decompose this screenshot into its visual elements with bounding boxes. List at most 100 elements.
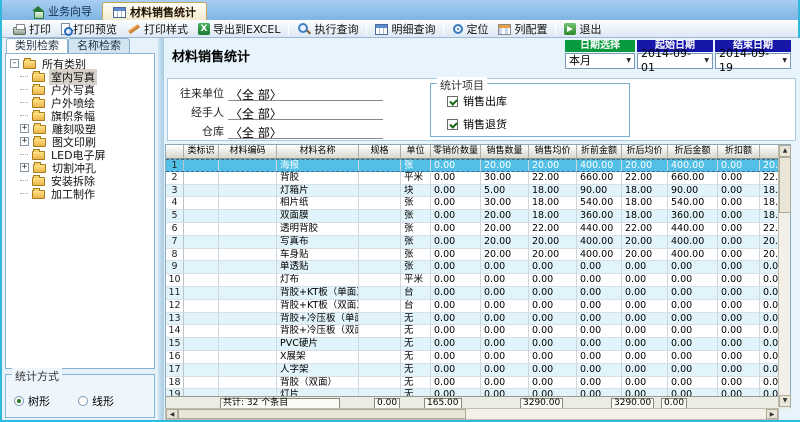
tab-business-wizard[interactable]: 业务向导 — [22, 2, 102, 20]
expand-icon[interactable]: + — [20, 124, 29, 133]
table-row[interactable]: 10灯布平米0.000.000.000.000.000.000.000.0 — [166, 274, 790, 287]
tree-item[interactable]: 加工制作 — [6, 187, 154, 200]
table-cell: 无 — [401, 313, 431, 326]
toolbar-button[interactable]: 打印样式 — [122, 21, 193, 37]
filter-value-field[interactable]: 〈全 部〉 — [228, 124, 383, 139]
detail-grid-icon — [375, 24, 388, 35]
table-cell: 0.00 — [622, 338, 668, 351]
toolbar-button[interactable]: 导出到EXCEL — [193, 21, 285, 37]
table-row[interactable]: 15PVC硬片无0.000.000.000.000.000.000.000.0 — [166, 338, 790, 351]
grid-column-header[interactable]: 折后金额 — [668, 145, 718, 159]
stat-item-option[interactable]: 销售出库 — [447, 93, 507, 109]
table-cell: PVC硬片 — [277, 338, 359, 351]
table-cell: 背胶+冷压板（单面） — [277, 313, 359, 326]
horizontal-scroll-thumb[interactable] — [178, 409, 466, 419]
toolbar-button[interactable]: 明细查询 — [370, 21, 440, 37]
table-row[interactable]: 11背胶+KT板（单面）台0.000.000.000.000.000.000.0… — [166, 287, 790, 300]
tab-material-sales-stats[interactable]: 材料销售统计 — [102, 2, 207, 20]
scroll-down-button[interactable]: ▼ — [779, 395, 791, 407]
table-cell: 0.00 — [431, 210, 481, 223]
checkbox[interactable] — [447, 96, 458, 107]
table-row[interactable]: 8车身贴张0.0020.0020.00400.0020.00400.000.00… — [166, 249, 790, 262]
checkbox[interactable] — [447, 119, 458, 130]
toolbar-button[interactable]: 定位 — [447, 21, 493, 37]
grid-column-header[interactable]: 折后均价 — [622, 145, 668, 159]
stat-mode-option[interactable]: 树形 — [14, 393, 50, 409]
sidebar-tab-category-search[interactable]: 类别检索 — [6, 38, 68, 53]
date-dropdown[interactable]: 本月▼ — [565, 53, 635, 69]
table-cell: 0.00 — [577, 338, 622, 351]
table-row[interactable]: 2背胶平米0.0030.0022.00660.0022.00660.000.00… — [166, 172, 790, 185]
vertical-scrollbar[interactable]: ▲ ▼ — [778, 145, 790, 407]
table-row[interactable]: 3灯箱片块0.005.0018.0090.0018.0090.000.0018. — [166, 185, 790, 198]
horizontal-scrollbar[interactable]: ◀ ▶ — [165, 408, 779, 420]
grid-column-header[interactable]: 折扣额 — [718, 145, 760, 159]
collapse-icon[interactable]: - — [10, 59, 19, 68]
date-dropdown[interactable]: 2014-09-19▼ — [715, 53, 791, 69]
table-row[interactable]: 17人字架无0.000.000.000.000.000.000.000.0 — [166, 364, 790, 377]
toolbar-button[interactable]: 列配置 — [493, 21, 552, 37]
grid-column-header[interactable]: 单位 — [401, 145, 431, 159]
date-dropdown[interactable]: 2014-09-01▼ — [637, 53, 713, 69]
table-row[interactable]: 19灯片无0.000.000.000.000.000.000.000.0 — [166, 389, 790, 396]
table-cell: 0.0 — [760, 364, 780, 377]
table-cell: 0.00 — [577, 325, 622, 338]
row-number-cell: 18 — [166, 377, 184, 390]
table-row[interactable]: 6透明背胶张0.0020.0022.00440.0022.00440.000.0… — [166, 223, 790, 236]
expand-icon[interactable]: + — [20, 137, 29, 146]
toolbar-button[interactable]: 打印预览 — [56, 21, 122, 37]
toolbar-button[interactable]: 退出 — [559, 21, 606, 37]
table-row[interactable]: 4相片纸张0.0030.0018.00540.0018.00540.000.00… — [166, 197, 790, 210]
table-cell — [359, 223, 401, 236]
stat-mode-option[interactable]: 线形 — [78, 393, 114, 409]
row-number-cell: 1 — [166, 160, 184, 171]
table-row[interactable]: 7写真布张0.0020.0020.00400.0020.00400.000.00… — [166, 236, 790, 249]
sidebar-tab-name-search[interactable]: 名称检索 — [68, 38, 130, 53]
grid-column-header[interactable]: 折前金额 — [577, 145, 622, 159]
table-cell: 0.00 — [481, 287, 529, 300]
radio-button[interactable] — [14, 396, 24, 406]
vertical-scroll-thumb[interactable] — [779, 157, 791, 213]
table-cell: 22.00 — [622, 172, 668, 185]
table-row[interactable]: 13背胶+冷压板（单面）无0.000.000.000.000.000.000.0… — [166, 313, 790, 326]
grid-column-header[interactable]: 材料编码 — [219, 145, 277, 159]
folder-icon — [32, 190, 45, 199]
table-cell: 张 — [401, 261, 431, 274]
stat-items-title: 统计项目 — [437, 77, 487, 93]
table-cell: 20. — [760, 249, 780, 262]
table-row-selected[interactable]: 1海报张0.0020.0020.00400.0020.00400.000.002… — [166, 159, 790, 172]
table-cell: 0.00 — [431, 172, 481, 185]
table-row[interactable]: 18背胶（双面）无0.000.000.000.000.000.000.000.0 — [166, 377, 790, 390]
grid-column-header[interactable]: 销售均价 — [529, 145, 577, 159]
table-cell: 灯箱片 — [277, 185, 359, 198]
table-cell — [184, 197, 219, 210]
folder-icon — [33, 138, 46, 147]
toolbar-button[interactable]: 执行查询 — [292, 21, 363, 37]
table-row[interactable]: 16X展架无0.000.000.000.000.000.000.000.0 — [166, 351, 790, 364]
table-cell: 0.00 — [668, 364, 718, 377]
table-row[interactable]: 9单透贴张0.000.000.000.000.000.000.000.0 — [166, 261, 790, 274]
toolbar-separator — [443, 22, 444, 35]
table-cell: 0.00 — [718, 338, 760, 351]
scroll-left-button[interactable]: ◀ — [166, 409, 178, 419]
radio-label: 树形 — [28, 393, 50, 409]
grid-column-header[interactable]: 类标识 — [184, 145, 219, 159]
table-cell: 400.00 — [668, 160, 718, 171]
table-row[interactable]: 5双面膜张0.0020.0018.00360.0018.00360.000.00… — [166, 210, 790, 223]
filter-value-field[interactable]: 〈全 部〉 — [228, 105, 383, 120]
filter-value-field[interactable]: 〈全 部〉 — [228, 86, 383, 101]
radio-button[interactable] — [78, 396, 88, 406]
table-row[interactable]: 12背胶+KT板（双面）台0.000.000.000.000.000.000.0… — [166, 300, 790, 313]
scroll-up-button[interactable]: ▲ — [779, 145, 791, 157]
expand-icon[interactable]: + — [20, 163, 29, 172]
date-column: 起始日期2014-09-01▼ — [637, 40, 713, 69]
grid-column-header[interactable]: 销售数量 — [481, 145, 529, 159]
grid-column-header[interactable]: 材料名称 — [277, 145, 359, 159]
grid-column-header[interactable]: 规格 — [359, 145, 401, 159]
toolbar-button[interactable]: 打印 — [8, 21, 56, 37]
table-row[interactable]: 14背胶+冷压板（双面）无0.000.000.000.000.000.000.0… — [166, 325, 790, 338]
stat-item-option[interactable]: 销售退货 — [447, 116, 507, 132]
grid-column-header[interactable] — [760, 145, 780, 159]
scroll-right-button[interactable]: ▶ — [766, 409, 778, 419]
grid-column-header[interactable]: 零销价数量 — [431, 145, 481, 159]
